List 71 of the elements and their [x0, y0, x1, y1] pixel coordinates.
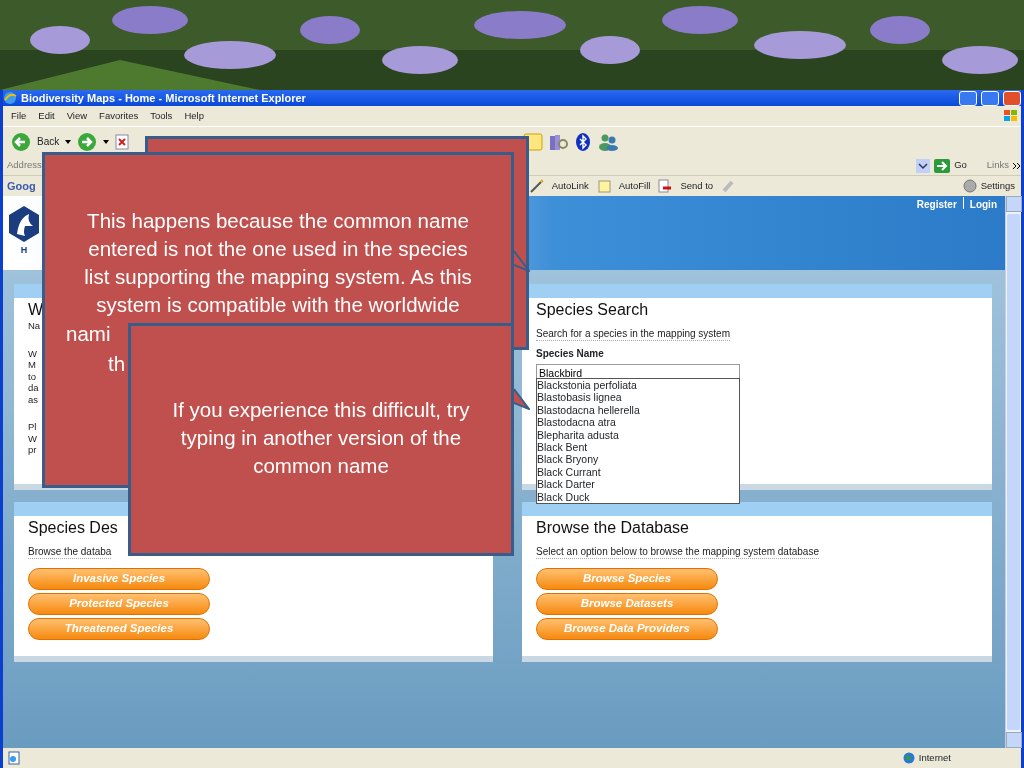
- minimize-button[interactable]: [959, 90, 977, 106]
- stop-icon[interactable]: [115, 133, 130, 150]
- suggestion-item[interactable]: Black Duck: [537, 490, 739, 504]
- panel-title: Browse the Database: [536, 518, 689, 538]
- menu-item[interactable]: Edit: [38, 108, 55, 124]
- suggestion-item[interactable]: Blastodacna hellerella: [537, 403, 739, 417]
- paragraph-text: to: [28, 370, 36, 382]
- toolbar-button[interactable]: AutoFill: [618, 178, 651, 194]
- panel-subtitle: Na: [28, 320, 41, 332]
- field-label: Species Name: [536, 347, 604, 360]
- go-arrow-icon[interactable]: [934, 158, 951, 173]
- paragraph-text: Pl: [28, 421, 37, 433]
- callout-text: th: [107, 351, 127, 377]
- menu-item[interactable]: View: [66, 108, 88, 124]
- logo-text: H: [20, 244, 28, 257]
- horse-logo-icon: [7, 204, 41, 244]
- caret-icon[interactable]: [103, 139, 110, 144]
- paragraph-text: pr: [28, 444, 37, 456]
- ie-icon: [3, 91, 17, 105]
- callout-text: If you experience this difficult, try typing in another version of the common name: [171, 397, 471, 479]
- page-icon: [7, 751, 21, 765]
- toolbar-button[interactable]: Send to: [680, 178, 714, 194]
- maximize-button[interactable]: [981, 90, 999, 106]
- menu-item[interactable]: Tools: [150, 108, 173, 124]
- people-icon[interactable]: [597, 132, 620, 151]
- suggestion-item[interactable]: Blepharita adusta: [537, 428, 739, 442]
- suggestion-item[interactable]: Blastodacna atra: [537, 416, 739, 429]
- header-link[interactable]: Login: [962, 197, 997, 209]
- suggestion-item[interactable]: Black Darter: [537, 478, 739, 491]
- paragraph-text: M: [28, 359, 36, 371]
- forward-icon[interactable]: [77, 131, 98, 152]
- books-icon[interactable]: [549, 132, 570, 151]
- menu-item[interactable]: Favorites: [99, 108, 139, 124]
- google-logo: Goog: [7, 178, 36, 194]
- close-button[interactable]: [1003, 90, 1021, 106]
- paragraph-text: W: [28, 347, 37, 359]
- suggestion-item[interactable]: Black Bent: [537, 441, 739, 454]
- suggestion-item[interactable]: Black Bryony: [537, 453, 739, 466]
- back-button[interactable]: Back: [37, 134, 60, 149]
- paragraph-text: as: [28, 393, 39, 405]
- settings-icon[interactable]: [962, 179, 977, 193]
- caret-icon[interactable]: [65, 139, 72, 144]
- panel-title: Species Search: [536, 300, 649, 320]
- panel-subtitle: Browse the databa: [28, 545, 112, 559]
- header-link[interactable]: Register: [916, 197, 957, 209]
- paragraph-text: W: [28, 432, 37, 444]
- back-icon[interactable]: [11, 131, 31, 152]
- status-zone: Internet: [918, 750, 951, 765]
- menu-item[interactable]: Help: [184, 108, 204, 124]
- window-title: Biodiversity Maps - Home - Microsoft Internet Explorer: [21, 90, 307, 106]
- links-button[interactable]: Links: [986, 158, 1009, 173]
- settings-button[interactable]: Settings: [980, 178, 1015, 194]
- panel-subtitle: Search for a species in the mapping system: [536, 327, 730, 341]
- chevron-icon[interactable]: [1013, 161, 1021, 170]
- address-label: Address: [7, 158, 42, 173]
- globe-icon: [902, 752, 915, 764]
- menu-item[interactable]: File: [11, 108, 27, 124]
- panel-subtitle: Select an option below to browse the mapping system database: [536, 545, 819, 559]
- callout-text: nami: [65, 321, 112, 347]
- suggestion-item[interactable]: Black Currant: [537, 465, 739, 479]
- wand-icon[interactable]: [529, 179, 544, 193]
- suggestion-item[interactable]: Blastobasis lignea: [537, 391, 739, 404]
- send-icon[interactable]: [658, 179, 673, 193]
- toolbar-button[interactable]: AutoLink: [551, 178, 589, 194]
- suggestion-item[interactable]: Blackstonia perfoliata: [537, 379, 739, 392]
- panel-title: Species Des: [28, 518, 118, 538]
- paragraph-text: da: [28, 382, 39, 394]
- panel-title: W: [28, 300, 44, 320]
- go-button[interactable]: Go: [954, 158, 967, 173]
- dropdown-icon[interactable]: [916, 158, 931, 173]
- bluetooth-icon[interactable]: [575, 131, 592, 152]
